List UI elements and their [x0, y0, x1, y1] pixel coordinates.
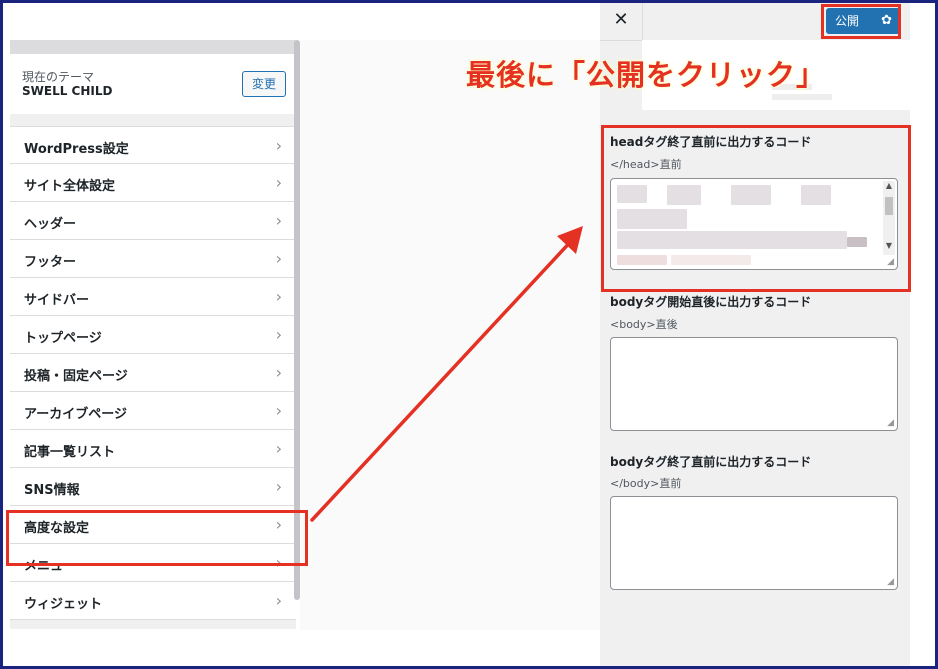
close-button[interactable]: ✕ — [600, 0, 643, 40]
menu-item-label: SNS情報 — [24, 483, 80, 498]
current-theme-name: SWELL CHILD — [22, 84, 113, 98]
chevron-right-icon: › — [275, 136, 282, 155]
body-start-code-textarea[interactable]: ◢ — [610, 337, 898, 431]
close-icon: ✕ — [613, 9, 629, 30]
current-theme-box: 現在のテーマ SWELL CHILD 変更 — [10, 54, 296, 114]
advanced-settings-highlight-box — [6, 510, 308, 566]
change-theme-button[interactable]: 変更 — [242, 71, 286, 97]
menu-item[interactable]: WordPress設定 › — [10, 126, 296, 164]
body-start-code-title: bodyタグ開始直後に出力するコード — [610, 295, 812, 309]
chevron-right-icon: › — [275, 439, 282, 458]
chevron-right-icon: › — [275, 401, 282, 420]
annotation-caption: 最後に「公開をクリック」 — [466, 58, 827, 92]
menu-item[interactable]: サイドバー › — [10, 278, 296, 316]
menu-item-label: ヘッダー — [24, 217, 77, 232]
body-end-code-sub: </body>直前 — [610, 477, 682, 490]
chevron-right-icon: › — [275, 211, 282, 230]
menu-item[interactable]: トップページ › — [10, 316, 296, 354]
menu-item[interactable]: フッター › — [10, 240, 296, 278]
menu-item-label: WordPress設定 — [24, 142, 129, 157]
resize-grip-icon[interactable]: ◢ — [887, 577, 894, 587]
sidebar-top-strip — [10, 40, 296, 54]
body-start-code-sub: <body>直後 — [610, 318, 678, 331]
menu-item[interactable]: ウィジェット › — [10, 582, 296, 620]
body-end-code-title: bodyタグ終了直前に出力するコード — [610, 455, 812, 469]
publish-highlight-box — [821, 4, 901, 39]
menu-item[interactable]: サイト全体設定 › — [10, 164, 296, 202]
resize-grip-icon[interactable]: ◢ — [887, 418, 894, 428]
menu-item[interactable]: アーカイブページ › — [10, 392, 296, 430]
advanced-settings-panel: ✕ 公開 ✿ headタグ終了直前に出力するコード </head>直前 ▲ ▼ … — [600, 0, 910, 669]
chevron-right-icon: › — [275, 591, 282, 610]
menu-item-label: サイドバー — [24, 293, 90, 308]
chevron-right-icon: › — [275, 325, 282, 344]
chevron-right-icon: › — [275, 173, 282, 192]
menu-item-label: 記事一覧リスト — [24, 445, 116, 460]
menu-item[interactable]: SNS情報 › — [10, 468, 296, 506]
menu-item-label: トップページ — [24, 331, 102, 346]
menu-item-label: ウィジェット — [24, 597, 103, 612]
menu-item[interactable]: ヘッダー › — [10, 202, 296, 240]
current-theme-label: 現在のテーマ — [22, 70, 95, 84]
chevron-right-icon: › — [275, 477, 282, 496]
menu-item[interactable]: 投稿・固定ページ › — [10, 354, 296, 392]
chevron-right-icon: › — [275, 363, 282, 382]
menu-item-label: サイト全体設定 — [24, 179, 116, 194]
menu-item-label: アーカイブページ — [24, 407, 127, 422]
head-code-highlight-box — [601, 125, 911, 292]
menu-item-label: 投稿・固定ページ — [24, 369, 128, 384]
menu-item[interactable]: 記事一覧リスト › — [10, 430, 296, 468]
site-preview — [300, 40, 600, 630]
menu-item-label: フッター — [24, 255, 77, 270]
body-end-code-textarea[interactable]: ◢ — [610, 496, 898, 590]
chevron-right-icon: › — [275, 249, 282, 268]
chevron-right-icon: › — [275, 287, 282, 306]
